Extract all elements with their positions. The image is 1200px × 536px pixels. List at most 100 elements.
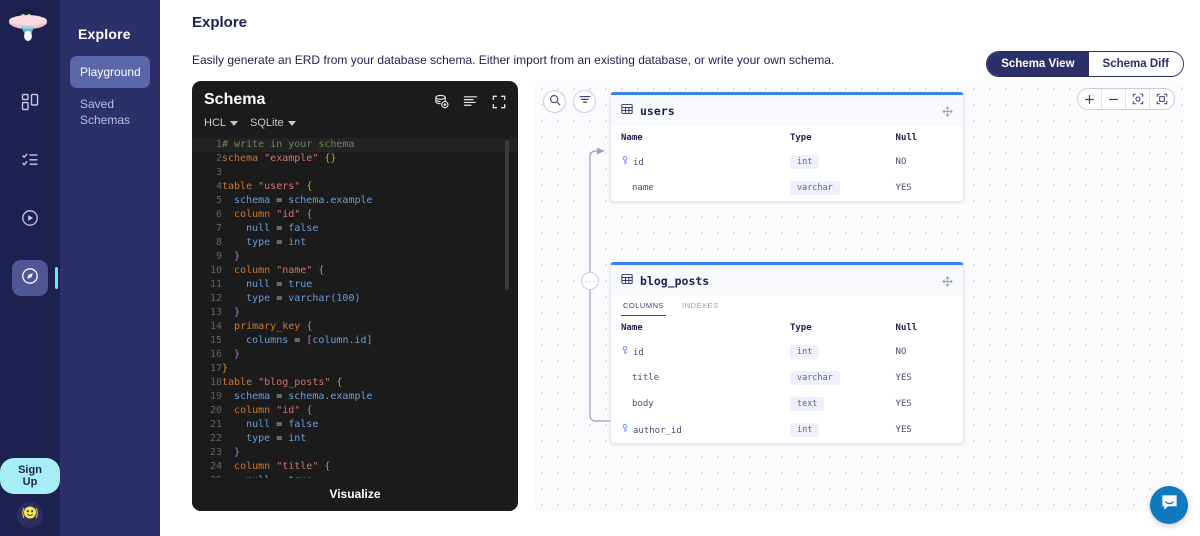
line-content: type = int	[246, 237, 307, 248]
avatar[interactable]	[17, 502, 43, 528]
database-add-icon[interactable]	[434, 94, 449, 109]
editor-title: Schema	[204, 91, 266, 108]
code-line: 3	[192, 166, 518, 180]
move-handle-icon[interactable]	[942, 275, 953, 287]
column-null-cell: YES	[895, 425, 912, 435]
line-number: 3	[215, 167, 222, 178]
entity-users[interactable]: users Name Type Null id int NO name varchar YES	[610, 92, 964, 202]
line-content: schema = schema.example	[234, 195, 373, 206]
column-type-cell: int	[780, 149, 886, 175]
code-line: 7 null = false	[192, 222, 518, 236]
intercom-chat-button[interactable]	[1150, 486, 1188, 524]
line-number: 11	[209, 279, 222, 290]
code-line: 2 schema "example" {}	[192, 152, 518, 166]
table-row[interactable]: body text YES	[611, 391, 963, 417]
format-lines-icon[interactable]	[463, 94, 478, 109]
erd-canvas[interactable]: ··· users Name Type Null id int NO name …	[534, 81, 1184, 511]
column-name: author_id	[633, 426, 682, 436]
column-type-cell: int	[780, 339, 886, 365]
line-number: 22	[209, 433, 222, 444]
filter-button[interactable]	[573, 90, 596, 113]
entity-blog-posts-tabs: COLUMNS INDEXES	[611, 296, 963, 316]
table-icon	[621, 102, 633, 120]
tab-schema-diff[interactable]: Schema Diff	[1088, 52, 1183, 76]
code-line: 19 schema = schema.example	[192, 390, 518, 404]
code-line: 16 }	[192, 348, 518, 362]
plus-icon	[1085, 94, 1094, 104]
tab-indexes[interactable]: INDEXES	[680, 296, 720, 316]
sidebar-item-checklist[interactable]	[12, 144, 48, 180]
nav-item-saved-schemas[interactable]: Saved Schemas	[70, 88, 150, 136]
sidebar-item-play[interactable]	[12, 202, 48, 238]
table-row[interactable]: title varchar YES	[611, 365, 963, 391]
sign-up-button[interactable]: Sign Up	[0, 458, 60, 494]
fit-view-button[interactable]	[1126, 89, 1150, 109]
smiley-laurel-avatar-icon	[19, 502, 41, 529]
edge-menu-button[interactable]: ···	[581, 272, 599, 290]
code-line: 5 schema = schema.example	[192, 194, 518, 208]
line-content: column "title" {	[234, 461, 331, 472]
code-line: 12 type = varchar(100)	[192, 292, 518, 306]
code-line: 8 type = int	[192, 236, 518, 250]
fullscreen-icon[interactable]	[492, 95, 506, 109]
column-header-row: Name Type Null	[611, 316, 963, 339]
focus-button[interactable]	[1150, 89, 1174, 109]
dialect-select[interactable]: SQLite	[250, 117, 296, 129]
code-line: 22 type = int	[192, 432, 518, 446]
zoom-out-button[interactable]	[1102, 89, 1126, 109]
entity-blog-posts[interactable]: blog_posts COLUMNS INDEXES Name Type Nul…	[610, 262, 964, 444]
line-number: 2	[215, 153, 222, 164]
entity-users-name: users	[640, 104, 675, 118]
line-number: 8	[215, 237, 222, 248]
column-null-cell: YES	[895, 399, 912, 409]
dialect-select-value: SQLite	[250, 117, 284, 129]
column-name-cell: name	[611, 175, 780, 201]
line-content: }	[234, 447, 241, 458]
table-row[interactable]: name varchar YES	[611, 175, 963, 201]
dashboard-grid-icon	[21, 93, 39, 116]
language-select[interactable]: HCL	[204, 117, 239, 129]
table-row[interactable]: author_id int YES	[611, 417, 963, 443]
zoom-in-button[interactable]	[1078, 89, 1102, 109]
column-header-name: Name	[621, 323, 643, 333]
column-type-cell: varchar	[780, 365, 886, 391]
nav-item-playground[interactable]: Playground	[70, 56, 150, 89]
table-icon	[621, 272, 633, 290]
entity-blog-posts-columns: Name Type Null id int NO title varchar YES body te…	[611, 316, 963, 443]
column-name-cell: author_id	[611, 417, 780, 443]
visualize-button[interactable]: Visualize	[192, 477, 518, 511]
tab-columns[interactable]: COLUMNS	[621, 296, 667, 316]
line-number: 10	[209, 265, 222, 276]
ufo-logo-icon[interactable]	[0, 0, 60, 56]
page-title: Explore	[192, 14, 248, 31]
line-number: 17	[209, 363, 222, 374]
move-handle-icon[interactable]	[942, 105, 953, 117]
code-line: 23 }	[192, 446, 518, 460]
column-header-null: Null	[895, 323, 918, 333]
code-scrollbar-thumb[interactable]	[505, 140, 509, 290]
line-content: }	[234, 307, 241, 318]
column-null-cell: NO	[895, 347, 907, 357]
line-number: 9	[215, 251, 222, 262]
sidebar-item-dashboard[interactable]	[12, 86, 48, 122]
line-content: column "id" {	[234, 209, 313, 220]
table-row[interactable]: id int NO	[611, 339, 963, 365]
key-icon	[621, 156, 629, 168]
search-button[interactable]	[543, 90, 566, 113]
line-number: 5	[215, 195, 222, 206]
line-number: 7	[215, 223, 222, 234]
icon-rail: Sign Up	[0, 0, 60, 536]
line-number: 15	[209, 335, 222, 346]
tab-schema-view[interactable]: Schema View	[987, 52, 1089, 76]
line-content	[222, 166, 518, 180]
code-editor[interactable]: 1 # write in your schema 2 schema "example"…	[192, 138, 518, 478]
table-row[interactable]: id int NO	[611, 149, 963, 175]
editor-header: Schema HCL SQLite	[192, 81, 518, 129]
view-toggle: Schema View Schema Diff	[986, 51, 1184, 77]
line-content: columns = [column.id]	[246, 335, 373, 346]
line-number: 25	[192, 474, 222, 478]
column-name: id	[633, 158, 644, 168]
focus-icon	[1156, 93, 1168, 105]
nav-title: Explore	[78, 26, 131, 42]
sidebar-item-explore[interactable]	[12, 260, 58, 296]
